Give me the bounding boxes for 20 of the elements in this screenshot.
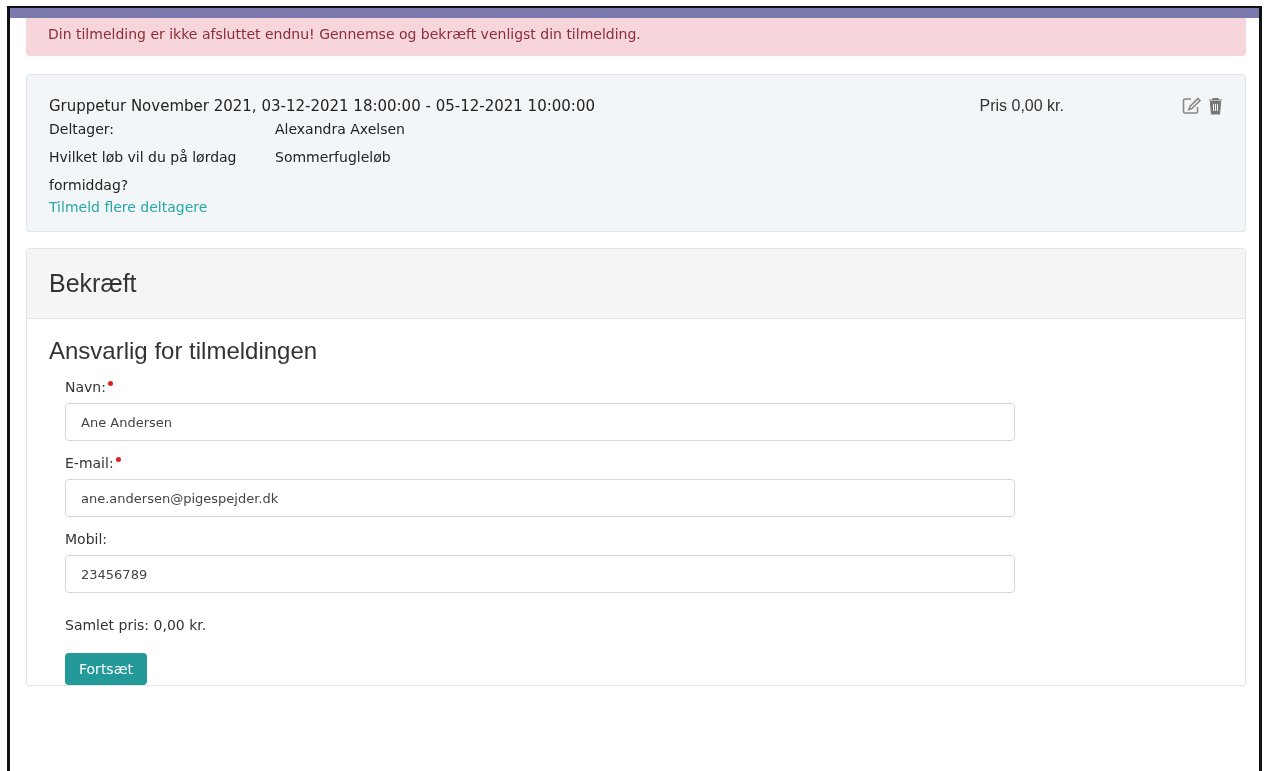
detail-value: Alexandra Axelsen [275,120,405,139]
input-field[interactable]: Ane Andersen [65,403,1015,441]
edit-icon[interactable] [1182,97,1202,115]
required-mark [115,457,121,462]
price-text: Pris 0,00 kr. [979,97,1064,115]
input-field[interactable]: 23456789 [65,555,1015,593]
required-mark [107,381,113,386]
field-label: Mobil: [65,531,108,547]
total-price: Samlet pris: 0,00 kr. [65,617,208,633]
alert-text: Din tilmelding er ikke afsluttet endnu! Gennemse og bekræft venligst din tilmelding. [48,26,641,42]
detail-value: Sommerfugleløb [275,148,391,167]
panel-heading: Bekræft [49,269,137,297]
input-field[interactable]: ane.andersen@pigespejder.dk [65,479,1015,517]
section-title: Ansvarlig for tilmeldingen [49,337,319,365]
field-label: Navn: [65,379,106,395]
detail-label: Deltager: [49,120,116,139]
event-title: Gruppetur November 2021, 03-12-2021 18:00:00 - 05-12-2021 10:00:00 [49,97,595,115]
field-label: E-mail: [65,455,114,471]
detail-label: Hvilket løb vil du på lørdag formiddag? [49,148,238,195]
trash-icon[interactable] [1208,97,1223,115]
